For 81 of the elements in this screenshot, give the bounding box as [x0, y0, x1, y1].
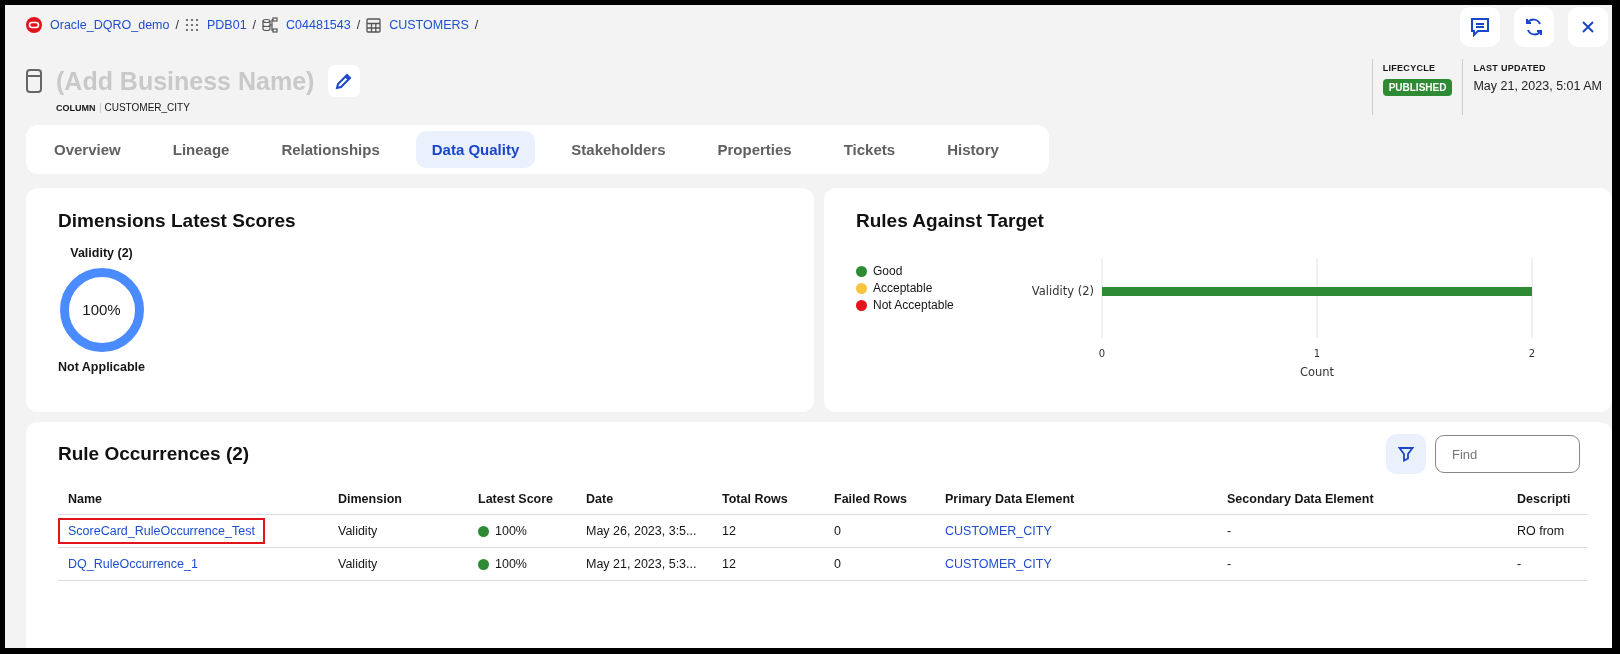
breadcrumb-link[interactable]: Oracle_DQRO_demo	[50, 18, 170, 32]
oracle-logo-icon	[26, 17, 42, 33]
dot-grid-icon	[185, 18, 199, 32]
tick-label: 1	[1313, 348, 1320, 359]
column-header: Total Rows	[721, 492, 789, 506]
category-label: Validity (2)	[1031, 284, 1094, 298]
type-label: COLUMN	[56, 102, 101, 113]
schema-icon	[262, 17, 279, 33]
column-header: Descripti	[1516, 492, 1572, 506]
find-field[interactable]: Find	[1435, 435, 1580, 473]
refresh-button[interactable]	[1514, 7, 1554, 47]
score-dot	[478, 558, 489, 570]
score-dot	[478, 525, 489, 537]
dimension-status: Not Applicable	[58, 360, 146, 374]
breadcrumb-separator: /	[175, 18, 179, 32]
card-title: Rules Against Target	[856, 210, 1045, 232]
table-cell-text: 12	[721, 524, 737, 538]
breadcrumb-link[interactable]: PDB01	[207, 18, 247, 32]
table-cell-text: May 26, 2023, 3:5...	[585, 524, 698, 538]
status-badge: PUBLISHED	[1382, 79, 1453, 96]
table-icon	[366, 17, 382, 33]
column-header: Failed Rows	[833, 492, 908, 506]
filter-button[interactable]	[1386, 434, 1426, 474]
legend-label: Acceptable	[873, 281, 933, 295]
breadcrumb-link[interactable]: CUSTOMERS	[389, 18, 469, 32]
comment-icon	[1470, 17, 1490, 37]
last-updated-label: LAST UPDATED	[1473, 63, 1547, 73]
column-header: Dimension	[337, 492, 403, 506]
table-cell-text: 12	[721, 557, 737, 571]
close-icon	[1581, 20, 1595, 34]
score-value: 100%	[495, 557, 527, 571]
table-cell-text: 0	[833, 557, 842, 571]
column-icon	[26, 69, 42, 93]
type-value: CUSTOMER_CITY	[103, 102, 190, 113]
rule-name-link[interactable]: DQ_RuleOccurrence_1	[58, 551, 208, 577]
breadcrumb-separator: /	[356, 18, 361, 32]
dimension-label: Validity (2)	[70, 246, 133, 260]
close-button[interactable]	[1568, 7, 1608, 47]
edit-button[interactable]	[328, 65, 361, 97]
tick-label: 2	[1528, 348, 1535, 359]
legend-label: Good	[873, 264, 903, 278]
table-cell-text: -	[1226, 524, 1233, 538]
tab[interactable]: Overview	[38, 131, 137, 168]
table-cell-text: Validity	[337, 557, 379, 571]
tab[interactable]: Tickets	[827, 131, 912, 168]
tab[interactable]: Data Quality	[415, 131, 536, 168]
breadcrumb-link[interactable]: C04481543	[286, 18, 351, 32]
data-element-link[interactable]: CUSTOMER_CITY	[935, 518, 1062, 544]
axis-title: Count	[1299, 365, 1334, 378]
refresh-icon	[1524, 17, 1544, 37]
last-updated-value: May 21, 2023, 5:01 AM	[1473, 79, 1602, 93]
score-value: 100%	[495, 524, 527, 538]
tab[interactable]: History	[931, 131, 1015, 168]
data-element-link[interactable]: CUSTOMER_CITY	[935, 551, 1062, 577]
column-header: Name	[67, 492, 104, 506]
card-title: Rule Occurrences (2)	[58, 443, 250, 465]
breadcrumb-separator: /	[252, 18, 257, 32]
table-cell-text: Validity	[337, 524, 379, 538]
tab[interactable]: Lineage	[156, 131, 246, 168]
score-value: 100%	[81, 301, 122, 318]
tick-label: 0	[1098, 348, 1105, 359]
lifecycle-label: LIFECYCLE	[1382, 63, 1437, 73]
table-cell-text: -	[1516, 557, 1523, 571]
table-cell-text: May 21, 2023, 5:3...	[585, 557, 698, 571]
rule-name-link[interactable]: ScoreCard_RuleOccurrence_Test	[58, 518, 265, 544]
column-header: Latest Score	[477, 492, 555, 506]
tab[interactable]: Properties	[701, 131, 808, 168]
pencil-icon	[335, 72, 354, 90]
legend-label: Not Acceptable	[873, 298, 954, 312]
table-cell-text: RO from	[1516, 524, 1566, 538]
breadcrumb-separator: /	[474, 18, 479, 32]
column-header: Primary Data Element	[944, 492, 1076, 506]
table-cell-text: -	[1226, 557, 1233, 571]
tab[interactable]: Relationships	[265, 131, 396, 168]
card-title: Dimensions Latest Scores	[58, 210, 297, 232]
table-cell-text: 0	[833, 524, 842, 538]
filter-icon	[1398, 446, 1414, 462]
column-header: Secondary Data Element	[1226, 492, 1375, 506]
tab[interactable]: Stakeholders	[555, 131, 682, 168]
column-header: Date	[585, 492, 615, 506]
comment-button[interactable]	[1460, 7, 1500, 47]
